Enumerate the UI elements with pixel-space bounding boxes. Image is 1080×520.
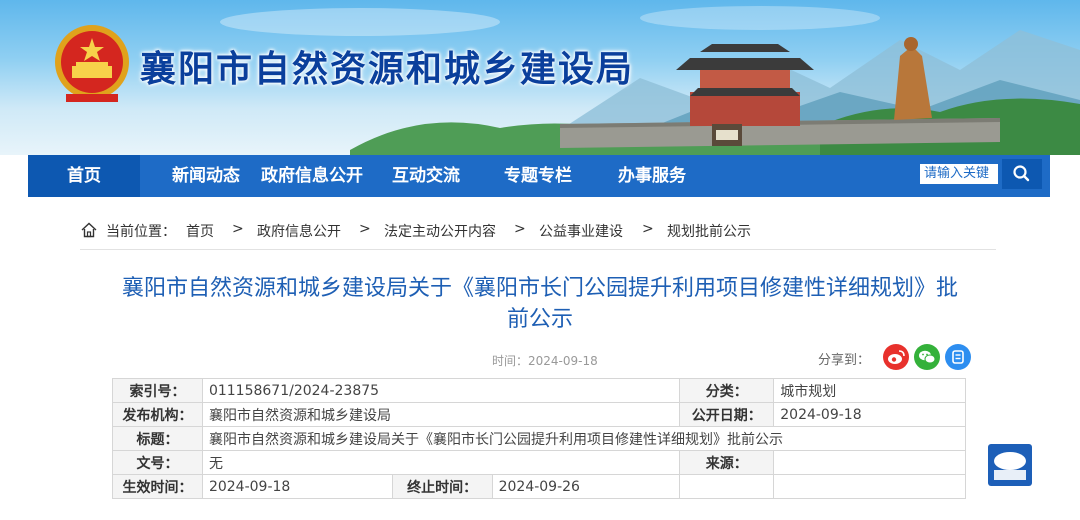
- search-input[interactable]: 请输入关键: [920, 164, 998, 184]
- xiangyang-voice-badge[interactable]: [988, 444, 1032, 486]
- share-label: 分享到：: [818, 353, 871, 368]
- search-icon: [1013, 165, 1030, 182]
- docno-value: 无: [201, 450, 681, 475]
- table-row: 标题： 襄阳市自然资源和城乡建设局关于《襄阳市长门公园提升利用项目修建性详细规划…: [112, 426, 967, 451]
- main-nav: 首页 新闻动态 政府信息公开 互动交流 专题专栏 办事服务 请输入关键: [28, 155, 1050, 197]
- breadcrumb-separator: >: [232, 221, 244, 237]
- home-icon: [81, 222, 97, 238]
- breadcrumb-item-home[interactable]: 首页: [186, 221, 214, 241]
- breadcrumb-separator: >: [642, 221, 654, 237]
- table-row: 索引号： 011158671/2024-23875 分类： 城市规划: [112, 378, 966, 403]
- index-label: 索引号：: [112, 378, 203, 403]
- weibo-share-button[interactable]: [883, 344, 909, 370]
- qzone-share-button[interactable]: [945, 344, 971, 370]
- publish-time: 时间：2024-09-18: [492, 354, 598, 368]
- breadcrumb-separator: >: [514, 221, 526, 237]
- xiangyang-voice-logo-icon: [994, 452, 1026, 480]
- table-row: 生效时间： 2024-09-18 终止时间： 2024-09-26: [112, 474, 966, 499]
- breadcrumb-item-gov-info[interactable]: 政府信息公开: [257, 221, 341, 241]
- effective-label: 生效时间：: [112, 474, 203, 499]
- empty-cell: [679, 474, 775, 499]
- index-value: 011158671/2024-23875: [201, 378, 681, 403]
- breadcrumb-divider: [80, 249, 996, 250]
- source-value: [773, 450, 966, 475]
- expire-value: 2024-09-26: [491, 474, 681, 499]
- category-value: 城市规划: [773, 378, 966, 403]
- nav-item-topics[interactable]: 专题专栏: [490, 155, 586, 197]
- article-title-line1: 襄阳市自然资源和城乡建设局关于《襄阳市长门公园提升利用项目修建性详细规划》批: [121, 276, 958, 301]
- publisher-value: 襄阳市自然资源和城乡建设局: [201, 402, 681, 427]
- category-label: 分类：: [679, 378, 775, 403]
- table-row: 发布机构： 襄阳市自然资源和城乡建设局 公开日期： 2024-09-18: [112, 402, 966, 427]
- breadcrumb-separator: >: [359, 221, 371, 237]
- table-row: 文号： 无 来源：: [112, 450, 966, 475]
- title-label: 标题：: [112, 426, 203, 451]
- expire-label: 终止时间：: [391, 474, 493, 499]
- national-emblem-icon: [55, 25, 129, 102]
- breadcrumb-item-planning[interactable]: 规划批前公示: [667, 221, 751, 241]
- nav-item-home[interactable]: 首页: [28, 155, 140, 197]
- document-info-table: 索引号： 011158671/2024-23875 分类： 城市规划 发布机构：…: [112, 378, 967, 499]
- source-label: 来源：: [679, 450, 775, 475]
- nav-item-news[interactable]: 新闻动态: [156, 155, 256, 197]
- search-button[interactable]: [1002, 159, 1042, 189]
- publisher-label: 发布机构：: [112, 402, 203, 427]
- empty-cell: [773, 474, 966, 499]
- nav-item-gov-info[interactable]: 政府信息公开: [256, 155, 368, 197]
- article-title-line2: 前公示: [506, 307, 573, 332]
- nav-item-interaction[interactable]: 互动交流: [378, 155, 474, 197]
- wechat-share-button[interactable]: [914, 344, 940, 370]
- pubdate-label: 公开日期：: [679, 402, 775, 427]
- article-title: 襄阳市自然资源和城乡建设局关于《襄阳市长门公园提升利用项目修建性详细规划》批 前…: [96, 273, 984, 335]
- qzone-icon: [952, 350, 964, 364]
- breadcrumb-item-public-welfare[interactable]: 公益事业建设: [539, 221, 623, 241]
- site-title[interactable]: 襄阳市自然资源和城乡建设局: [140, 40, 634, 92]
- breadcrumb-label: 当前位置：: [106, 224, 176, 240]
- effective-value: 2024-09-18: [201, 474, 393, 499]
- header-banner: 襄阳市自然资源和城乡建设局: [0, 0, 1080, 155]
- pubdate-value: 2024-09-18: [773, 402, 966, 427]
- nav-item-services[interactable]: 办事服务: [604, 155, 700, 197]
- weibo-icon: [888, 350, 905, 364]
- wechat-icon: [919, 350, 936, 364]
- breadcrumb-item-statutory[interactable]: 法定主动公开内容: [384, 221, 496, 241]
- breadcrumb: 当前位置： 首页 > 政府信息公开 > 法定主动公开内容 > 公益事业建设 > …: [80, 215, 996, 245]
- docno-label: 文号：: [112, 450, 203, 475]
- title-value: 襄阳市自然资源和城乡建设局关于《襄阳市长门公园提升利用项目修建性详细规划》批前公…: [201, 426, 967, 451]
